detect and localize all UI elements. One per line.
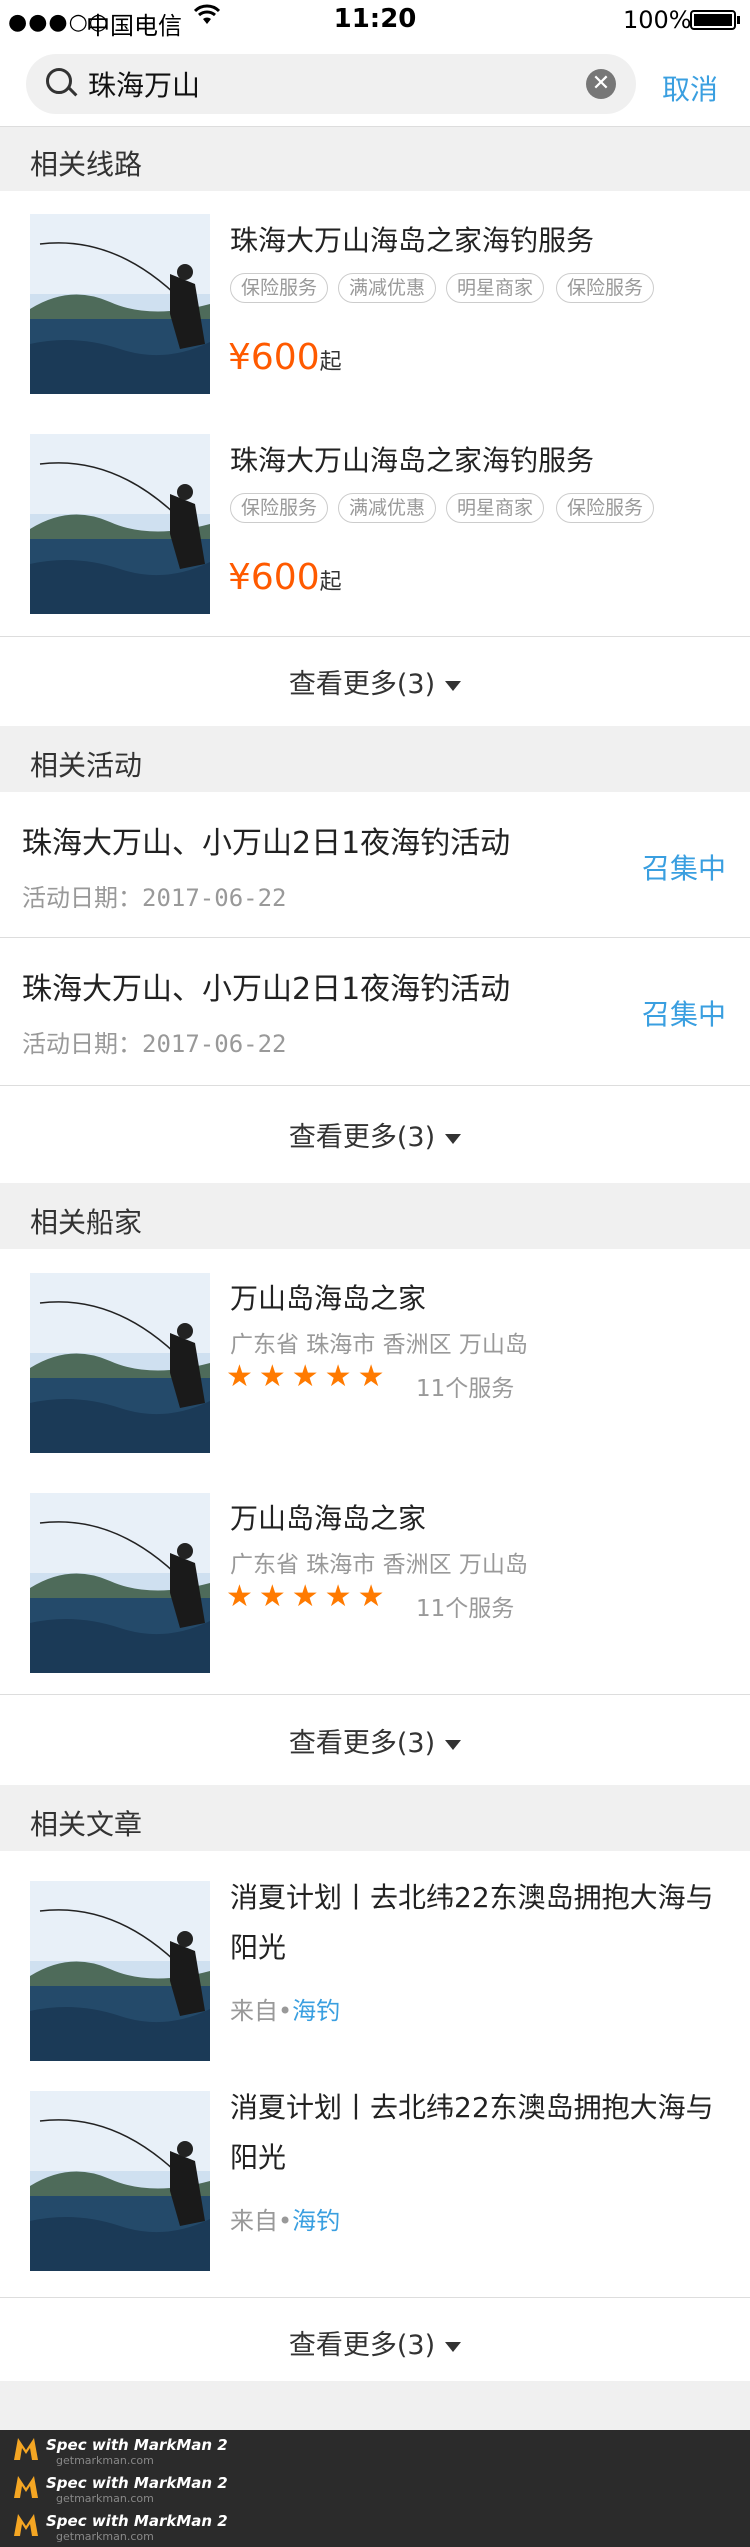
caret-down-icon	[445, 1739, 462, 1750]
activity-date: 活动日期：2017-06-22	[22, 884, 287, 912]
star-rating-icon: ★★★★★	[226, 1359, 391, 1394]
route-price: ¥600起	[228, 557, 342, 598]
search-input[interactable]	[88, 64, 548, 104]
activity-status: 召集中	[642, 998, 727, 1031]
clear-icon[interactable]: ✕	[586, 69, 616, 99]
caret-down-icon	[445, 1133, 462, 1144]
section-header-articles: 相关文章	[0, 1785, 750, 1851]
markman-logo-icon	[14, 2476, 38, 2498]
route-title: 珠海大万山海岛之家海钓服务	[230, 444, 595, 477]
battery-percent: 100%	[623, 6, 692, 34]
route-thumbnail	[30, 214, 210, 394]
markman-footer: Spec with MarkMan 2 getmarkman.com Spec …	[0, 2430, 750, 2547]
search-icon	[46, 68, 72, 94]
route-tag: 满减优惠	[338, 273, 437, 303]
activity-item[interactable]: 珠海大万山、小万山2日1夜海钓活动 活动日期：2017-06-22 召集中	[0, 938, 750, 1085]
route-tag: 保险服务	[230, 273, 329, 303]
battery-tip	[737, 16, 740, 24]
section-header-boats: 相关船家	[0, 1183, 750, 1249]
boat-services: 11个服务	[416, 1376, 515, 1402]
route-tag: 明星商家	[446, 493, 545, 523]
boat-services: 11个服务	[416, 1596, 515, 1622]
route-tag: 保险服务	[556, 493, 655, 523]
boat-item[interactable]: 万山岛海岛之家 广东省 珠海市 香洲区 万山岛 ★★★★★ 11个服务	[0, 1469, 750, 1694]
boat-thumbnail	[30, 1273, 210, 1453]
cancel-button[interactable]: 取消	[662, 68, 718, 108]
activity-item[interactable]: 珠海大万山、小万山2日1夜海钓活动 活动日期：2017-06-22 召集中	[0, 792, 750, 937]
section-header-activities: 相关活动	[0, 726, 750, 792]
article-source: 来自•海钓	[230, 2207, 341, 2235]
markman-logo-icon	[14, 2514, 38, 2536]
route-tag: 保险服务	[556, 273, 655, 303]
caret-down-icon	[445, 680, 462, 691]
markman-url: getmarkman.com	[56, 2530, 154, 2543]
section-header-routes: 相关线路	[0, 127, 750, 191]
search-bar: ✕ 取消	[0, 40, 750, 127]
section-title: 相关文章	[30, 1808, 143, 1841]
boat-more-button[interactable]: 查看更多(3)	[0, 1721, 750, 1760]
route-more-button[interactable]: 查看更多(3)	[0, 662, 750, 701]
divider	[0, 1694, 750, 1695]
star-rating-icon: ★★★★★	[226, 1579, 391, 1614]
article-thumbnail	[30, 2091, 210, 2271]
activity-title: 珠海大万山、小万山2日1夜海钓活动	[22, 826, 511, 861]
status-bar: ●●●○○ 中国电信 11:20 100%	[0, 0, 750, 40]
article-source-link[interactable]: 海钓	[292, 2207, 340, 2235]
section-title: 相关线路	[30, 148, 143, 181]
route-tag: 明星商家	[446, 273, 545, 303]
article-thumbnail	[30, 1881, 210, 2061]
battery-icon	[690, 10, 736, 30]
activity-status: 召集中	[642, 852, 727, 885]
search-box[interactable]: ✕	[26, 54, 636, 114]
boat-name: 万山岛海岛之家	[230, 1282, 427, 1315]
route-item[interactable]: 珠海大万山海岛之家海钓服务 保险服务 满减优惠 明星商家 保险服务 ¥600起	[0, 411, 750, 636]
route-price: ¥600起	[228, 337, 342, 378]
article-source: 来自•海钓	[230, 1997, 341, 2025]
route-tag: 保险服务	[230, 493, 329, 523]
caret-down-icon	[445, 2341, 462, 2352]
markman-url: getmarkman.com	[56, 2492, 154, 2505]
markman-brand: Spec with MarkMan 2	[46, 2436, 228, 2454]
bottom-spacer	[0, 2381, 750, 2430]
boat-thumbnail	[30, 1493, 210, 1673]
boat-location: 广东省 珠海市 香洲区 万山岛	[230, 1332, 528, 1358]
markman-brand: Spec with MarkMan 2	[46, 2512, 228, 2530]
article-title: 消夏计划丨去北纬22东澳岛拥抱大海与阳光	[230, 2091, 714, 2174]
divider	[0, 1085, 750, 1086]
markman-url: getmarkman.com	[56, 2454, 154, 2467]
article-item[interactable]: 消夏计划丨去北纬22东澳岛拥抱大海与阳光 来自•海钓	[0, 2061, 750, 2297]
article-more-button[interactable]: 查看更多(3)	[0, 2323, 750, 2362]
activity-date: 活动日期：2017-06-22	[22, 1030, 287, 1058]
article-item[interactable]: 消夏计划丨去北纬22东澳岛拥抱大海与阳光 来自•海钓	[0, 1851, 750, 2061]
article-source-link[interactable]: 海钓	[292, 1997, 340, 2025]
route-item[interactable]: 珠海大万山海岛之家海钓服务 保险服务 满减优惠 明星商家 保险服务 ¥600起	[0, 191, 750, 411]
section-title: 相关活动	[30, 749, 143, 782]
boat-name: 万山岛海岛之家	[230, 1502, 427, 1535]
boat-location: 广东省 珠海市 香洲区 万山岛	[230, 1552, 528, 1578]
markman-logo-icon	[14, 2438, 38, 2460]
activity-more-button[interactable]: 查看更多(3)	[0, 1115, 750, 1154]
markman-brand: Spec with MarkMan 2	[46, 2474, 228, 2492]
route-tag: 满减优惠	[338, 493, 437, 523]
route-thumbnail	[30, 434, 210, 614]
divider	[0, 2297, 750, 2298]
activity-title: 珠海大万山、小万山2日1夜海钓活动	[22, 972, 511, 1007]
section-title: 相关船家	[30, 1206, 143, 1239]
route-title: 珠海大万山海岛之家海钓服务	[230, 224, 595, 257]
boat-item[interactable]: 万山岛海岛之家 广东省 珠海市 香洲区 万山岛 ★★★★★ 11个服务	[0, 1249, 750, 1469]
article-title: 消夏计划丨去北纬22东澳岛拥抱大海与阳光	[230, 1881, 714, 1964]
divider	[0, 636, 750, 637]
